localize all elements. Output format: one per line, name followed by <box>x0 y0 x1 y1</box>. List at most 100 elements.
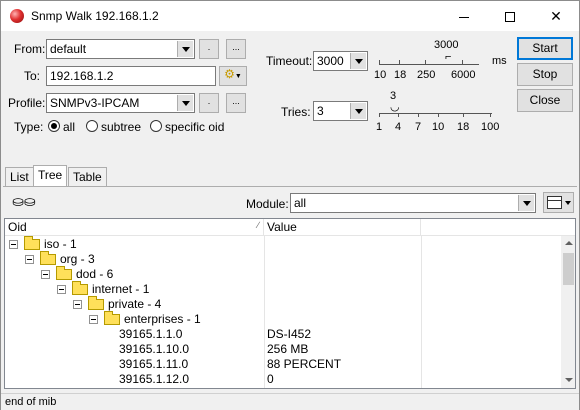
timeout-tick <box>399 60 400 64</box>
timeout-dropdown-arrow-icon[interactable] <box>350 53 366 69</box>
close-window-button[interactable]: ✕ <box>533 1 579 31</box>
close-button[interactable]: Close <box>517 89 573 112</box>
from-select[interactable]: default <box>46 39 195 59</box>
tries-tick-label: 18 <box>457 121 470 133</box>
profile-dropdown-arrow-icon[interactable] <box>177 95 193 111</box>
tries-tick <box>398 113 399 117</box>
collapse-icon[interactable] <box>57 285 66 294</box>
tries-label: Tries: <box>281 105 311 119</box>
tries-slider-track[interactable] <box>379 113 492 114</box>
column-header-oid[interactable]: Oid ∕ <box>5 219 264 236</box>
oid-cell: 39165.1.1.0 <box>119 327 183 341</box>
vertical-scrollbar[interactable] <box>561 236 575 388</box>
maximize-icon <box>505 12 515 23</box>
window-view-icon <box>547 196 562 209</box>
table-row[interactable]: 39165.1.1.0 DS-I452 <box>5 327 561 342</box>
timeout-label: Timeout: <box>266 54 313 68</box>
collapse-icon[interactable] <box>25 255 34 264</box>
profile-dot-button[interactable]: . <box>199 93 219 113</box>
timeout-slider-track[interactable] <box>379 64 479 65</box>
stop-button[interactable]: Stop <box>517 63 573 86</box>
table-row[interactable]: enterprises - 1 <box>5 311 561 327</box>
oid-cell: 39165.1.10.0 <box>119 342 190 356</box>
tries-tick-label: 10 <box>432 121 445 133</box>
tries-tick-label: 7 <box>415 121 422 133</box>
table-row[interactable]: internet - 1 <box>5 281 561 297</box>
table-row[interactable]: 39165.1.10.0 256 MB <box>5 342 561 357</box>
folder-icon <box>56 266 72 280</box>
dropdown-arrow-icon: ▼ <box>234 73 242 80</box>
tries-tick-label: 1 <box>376 121 383 133</box>
module-select[interactable]: all <box>290 193 536 213</box>
to-input[interactable]: 192.168.1.2 <box>46 66 216 86</box>
timeout-select[interactable]: 3000 <box>313 51 368 71</box>
from-dropdown-arrow-icon[interactable] <box>177 41 193 57</box>
module-dropdown-arrow-icon[interactable] <box>518 195 534 211</box>
table-row[interactable]: org - 3 <box>5 251 561 267</box>
profile-label: Profile: <box>8 96 46 110</box>
table-row[interactable]: private - 4 <box>5 296 561 312</box>
folder-icon <box>24 236 40 250</box>
scroll-up-arrow-icon[interactable] <box>561 236 575 251</box>
title-bar: Snmp Walk 192.168.1.2 ✕ <box>1 1 579 31</box>
dropdown-arrow-icon <box>565 201 571 205</box>
maximize-button[interactable] <box>487 1 533 31</box>
table-row[interactable]: 39165.1.11.0 88 PERCENT <box>5 357 561 372</box>
collapse-icon[interactable] <box>41 270 50 279</box>
oid-cell: internet - 1 <box>92 282 150 296</box>
folder-icon <box>40 251 56 265</box>
tab-tree[interactable]: Tree <box>33 165 68 187</box>
profile-select[interactable]: SNMPv3-IPCAM <box>46 93 195 113</box>
oid-cell: 39165.1.12.0 <box>119 372 190 386</box>
find-button[interactable]: ⛀⛀ <box>12 193 36 211</box>
folder-icon <box>104 311 120 325</box>
profile-browse-button[interactable]: ... <box>226 93 246 113</box>
scroll-down-arrow-icon[interactable] <box>561 373 575 388</box>
timeout-tick <box>379 60 380 64</box>
agent-settings-button[interactable]: ⚙▼ <box>219 66 247 86</box>
from-label: From: <box>14 42 46 56</box>
type-subtree-radio[interactable] <box>86 120 98 132</box>
type-specific-oid-label: specific oid <box>165 120 225 134</box>
table-row[interactable]: dod - 6 <box>5 266 561 282</box>
type-specific-oid-radio[interactable] <box>150 120 162 132</box>
table-row[interactable]: 39165.1.12.0 0 <box>5 372 561 387</box>
sort-icon: ∕ <box>257 220 259 230</box>
timeout-tick <box>462 60 463 64</box>
collapse-icon[interactable] <box>89 315 98 324</box>
column-header-value[interactable]: Value <box>264 219 421 236</box>
type-label: Type: <box>14 120 44 134</box>
tries-tick-label: 4 <box>395 121 402 133</box>
oid-cell: 39165.1.11.0 <box>119 357 189 371</box>
view-options-button[interactable] <box>543 192 574 213</box>
oid-cell: dod - 6 <box>76 267 114 281</box>
value-cell: 256 MB <box>267 342 309 356</box>
start-button[interactable]: Start <box>517 37 573 60</box>
timeout-slider-thumb[interactable]: ⌐ <box>445 51 451 63</box>
tries-dropdown-arrow-icon[interactable] <box>350 103 366 119</box>
value-cell: DS-I452 <box>267 327 312 341</box>
oid-tree-grid[interactable]: Oid ∕ Value iso - 1 org - 3 dod - 6 interne… <box>4 218 576 389</box>
tries-tick <box>418 113 419 117</box>
tab-table[interactable]: Table <box>68 167 107 187</box>
from-browse-button[interactable]: ... <box>226 39 246 59</box>
tries-tick <box>438 113 439 117</box>
minimize-button[interactable] <box>441 1 487 31</box>
type-all-radio[interactable] <box>48 120 60 132</box>
folder-icon <box>88 296 104 310</box>
tries-value: 3 <box>317 104 324 118</box>
tab-list[interactable]: List <box>5 167 34 187</box>
oid-cell: enterprises - 1 <box>124 312 201 326</box>
tries-select[interactable]: 3 <box>313 101 368 121</box>
value-cell: 0 <box>267 372 274 386</box>
collapse-icon[interactable] <box>9 240 18 249</box>
collapse-icon[interactable] <box>73 300 82 309</box>
snmp-walk-window: Snmp Walk 192.168.1.2 ✕ From: default . … <box>0 0 580 410</box>
scroll-thumb[interactable] <box>563 253 574 285</box>
from-dot-button[interactable]: . <box>199 39 219 59</box>
type-subtree-label: subtree <box>101 120 142 134</box>
tries-slider-thumb[interactable]: ◡ <box>390 100 400 113</box>
table-row[interactable]: iso - 1 <box>5 236 561 252</box>
tries-tick-label: 100 <box>481 121 500 133</box>
oid-cell: iso - 1 <box>44 237 77 251</box>
